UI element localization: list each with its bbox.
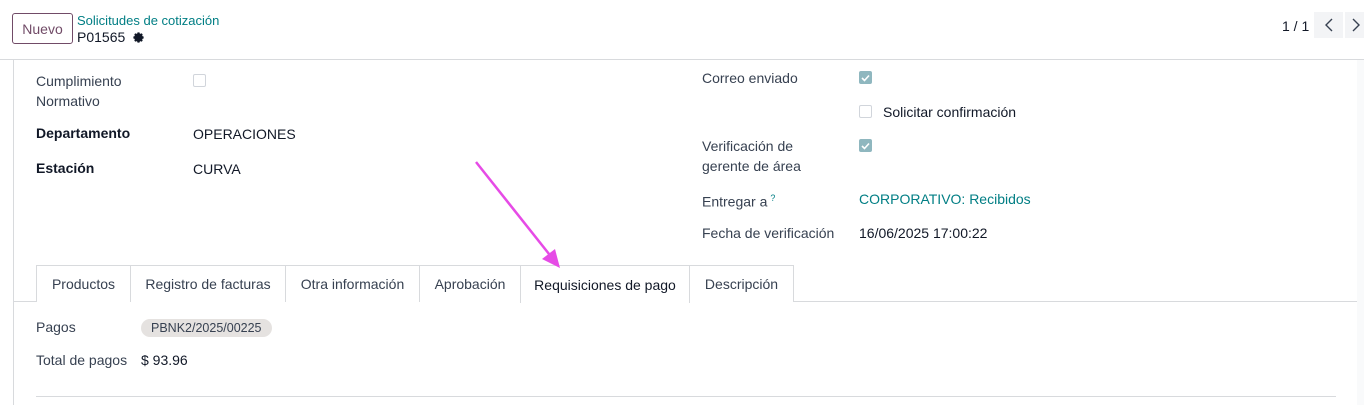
fecha-label: Fecha de verificación	[702, 225, 835, 241]
tab-registro-facturas[interactable]: Registro de facturas	[130, 265, 286, 302]
verificacion-label: Verificación de gerente de área	[702, 136, 801, 176]
pagos-label: Pagos	[36, 319, 76, 335]
gear-icon[interactable]	[131, 30, 145, 44]
pager-buttons	[1314, 12, 1364, 38]
total-pagos-label: Total de pagos	[36, 352, 128, 368]
help-tooltip-icon[interactable]: ?	[770, 193, 775, 203]
solicitar-checkbox[interactable]	[859, 105, 872, 118]
chevron-right-icon	[1352, 18, 1360, 32]
payment-tag[interactable]: PBNK2/2025/00225	[141, 319, 272, 337]
pager-previous-button[interactable]	[1314, 12, 1343, 38]
check-icon	[861, 74, 870, 82]
correo-checkbox[interactable]	[859, 71, 872, 84]
scrollbar[interactable]	[1357, 60, 1364, 405]
tab-productos[interactable]: Productos	[36, 265, 131, 302]
tab-descripcion[interactable]: Descripción	[689, 265, 794, 302]
total-pagos-value: $ 93.96	[141, 352, 188, 368]
verificacion-label-line1: Verificación de	[702, 138, 794, 154]
pager-next-button[interactable]	[1345, 12, 1364, 38]
control-panel: Nuevo Solicitudes de cotización P01565 1…	[0, 0, 1364, 60]
tab-otra-informacion[interactable]: Otra información	[285, 265, 420, 302]
verificacion-checkbox[interactable]	[859, 139, 872, 152]
cumplimiento-label-line2: Normativo	[36, 93, 100, 109]
fecha-value[interactable]: 16/06/2025 17:00:22	[859, 223, 987, 243]
entregar-value-link[interactable]: CORPORATIVO: Recibidos	[859, 189, 1031, 209]
divider	[36, 396, 1336, 397]
departamento-label: Departamento	[36, 125, 131, 141]
cumplimiento-label: Cumplimiento Normativo	[36, 71, 122, 111]
tab-aprobacion[interactable]: Aprobación	[419, 265, 521, 302]
solicitar-label[interactable]: Solicitar confirmación	[883, 102, 1016, 122]
entregar-label: Entregar a?	[702, 188, 775, 212]
tab-requisiciones-pago[interactable]: Requisiciones de pago	[520, 265, 690, 303]
form-sheet	[13, 60, 1364, 405]
new-button[interactable]: Nuevo	[12, 13, 73, 44]
check-icon	[861, 142, 870, 150]
estacion-label: Estación	[36, 160, 95, 176]
departamento-value[interactable]: OPERACIONES	[193, 124, 296, 144]
chevron-left-icon	[1324, 18, 1332, 32]
correo-label: Correo enviado	[702, 70, 798, 86]
pager-value: 1 / 1	[1282, 18, 1310, 34]
estacion-value[interactable]: CURVA	[193, 159, 241, 179]
cumplimiento-label-line1: Cumplimiento	[36, 73, 122, 89]
breadcrumb[interactable]: Solicitudes de cotización	[77, 13, 219, 28]
record-name: P01565	[77, 29, 126, 45]
verificacion-label-line2: gerente de área	[702, 158, 801, 174]
entregar-label-text: Entregar a	[702, 193, 768, 210]
cumplimiento-checkbox[interactable]	[193, 74, 206, 87]
record-title: P01565	[77, 29, 145, 45]
